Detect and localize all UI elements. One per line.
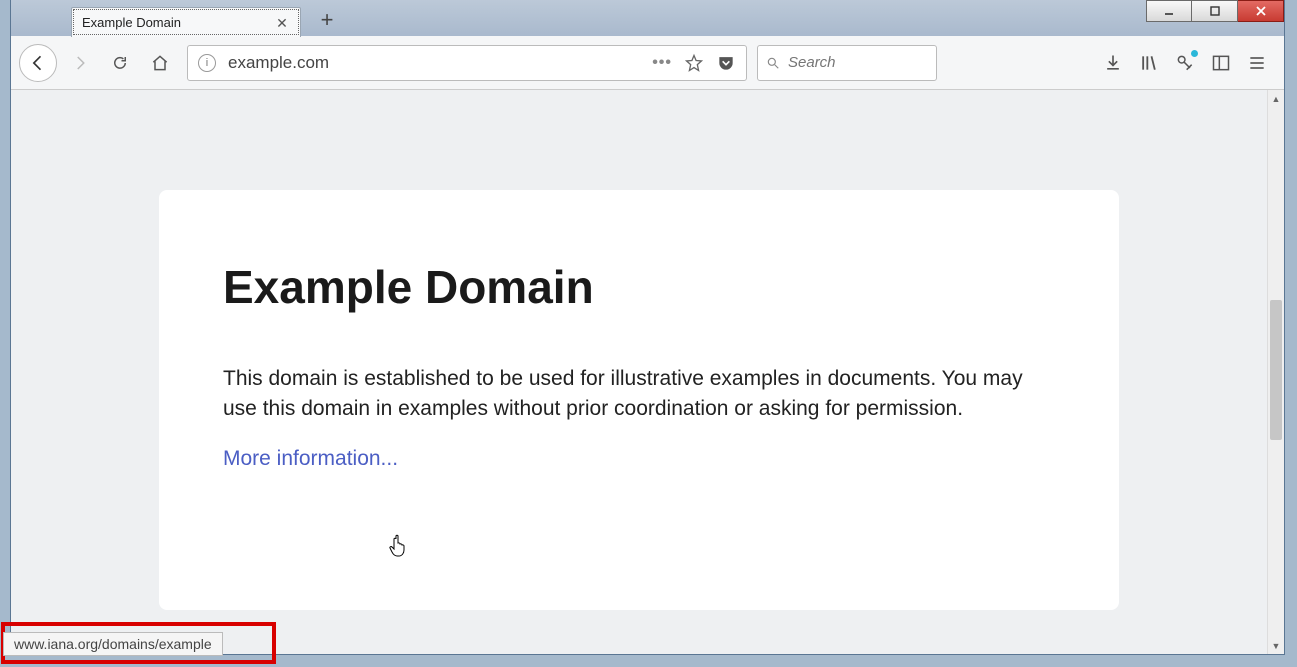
search-icon (766, 56, 780, 70)
search-input[interactable] (786, 53, 991, 72)
bookmark-star-icon[interactable] (684, 53, 704, 73)
vertical-scrollbar[interactable]: ▲ ▼ (1267, 90, 1284, 654)
page-actions-icon[interactable]: ••• (652, 54, 672, 72)
downloads-icon[interactable] (1102, 52, 1124, 74)
nav-toolbar: i ••• (11, 36, 1284, 90)
library-icon[interactable] (1138, 52, 1160, 74)
browser-window: Example Domain ✕ + i ••• (10, 0, 1285, 655)
window-controls (1146, 0, 1284, 22)
urlbar-right-icons: ••• (652, 53, 736, 73)
home-button[interactable] (143, 46, 177, 80)
back-button[interactable] (19, 44, 57, 82)
scroll-down-arrow[interactable]: ▼ (1268, 637, 1284, 654)
toolbar-right (1102, 52, 1276, 74)
screenshot-icon[interactable] (1174, 52, 1196, 74)
tab-close-icon[interactable]: ✕ (274, 15, 290, 31)
tab-active[interactable]: Example Domain ✕ (71, 7, 301, 37)
page-heading: Example Domain (223, 260, 1055, 314)
window-minimize-button[interactable] (1146, 0, 1192, 22)
more-information-link[interactable]: More information... (223, 447, 398, 470)
new-tab-button[interactable]: + (313, 6, 341, 34)
site-info-icon[interactable]: i (198, 54, 216, 72)
status-bar-link-preview: www.iana.org/domains/example (3, 632, 223, 656)
forward-button[interactable] (63, 46, 97, 80)
content-card: Example Domain This domain is establishe… (159, 190, 1119, 610)
content-area: Example Domain This domain is establishe… (11, 90, 1284, 654)
reload-button[interactable] (103, 46, 137, 80)
url-input[interactable] (226, 52, 642, 74)
window-close-button[interactable] (1238, 0, 1284, 22)
pocket-icon[interactable] (716, 53, 736, 73)
page-background: Example Domain This domain is establishe… (15, 94, 1263, 650)
search-bar[interactable] (757, 45, 937, 81)
window-maximize-button[interactable] (1192, 0, 1238, 22)
page-paragraph: This domain is established to be used fo… (223, 364, 1023, 425)
menu-icon[interactable] (1246, 52, 1268, 74)
tab-title: Example Domain (82, 15, 274, 30)
tab-strip: Example Domain ✕ + (11, 0, 1284, 36)
scroll-up-arrow[interactable]: ▲ (1268, 90, 1284, 107)
scroll-thumb[interactable] (1270, 300, 1282, 440)
sidebar-icon[interactable] (1210, 52, 1232, 74)
url-bar[interactable]: i ••• (187, 45, 747, 81)
page-viewport[interactable]: Example Domain This domain is establishe… (11, 90, 1267, 654)
